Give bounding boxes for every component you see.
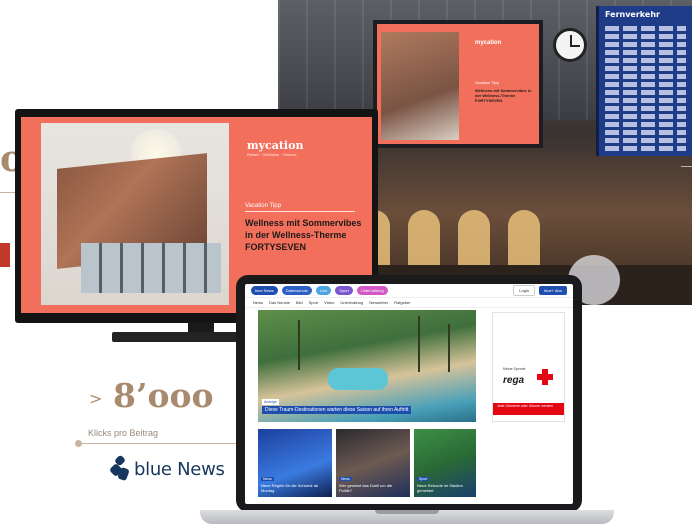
mycation-logo: mycation — [247, 139, 304, 152]
site-nav: News Das Neuste Bild Sport Video Unterha… — [245, 298, 573, 308]
laptop-notch — [375, 510, 439, 514]
vacation-tip-label: Vacation Tipp — [245, 203, 281, 209]
palm-tree — [418, 316, 420, 372]
departure-row — [605, 114, 686, 119]
rega-cross-icon — [537, 369, 553, 385]
rega-ad[interactable]: Meine Spende rega Jetzt Gönnerin oder Gö… — [492, 312, 565, 422]
blue-news-mark-icon — [108, 454, 130, 482]
tv-headline: Wellness mit Sommervibes in der Wellness… — [245, 218, 362, 252]
station-ad-screen: mycation Vacation Tipp Wellness mit Somm… — [373, 20, 543, 148]
article-card[interactable]: News Wer gewinnt das Duell um die Politi… — [336, 429, 410, 497]
departure-row — [605, 34, 686, 39]
article-card[interactable]: Sport Neue Rekorde im Stadion gemeldet — [414, 429, 476, 497]
nav-item[interactable]: Bild — [296, 300, 303, 305]
site-pill[interactable]: Live — [315, 286, 332, 295]
stat-divider-dot — [75, 440, 82, 447]
departure-row — [605, 74, 686, 79]
glass-facade — [81, 243, 221, 293]
departure-row — [605, 146, 686, 151]
departure-row — [605, 26, 686, 31]
blue-news-wordmark: blue News — [134, 458, 225, 480]
blue-news-logo: blue News — [108, 454, 225, 482]
login-button[interactable]: Login — [513, 285, 536, 296]
card-tag: Sport — [417, 477, 430, 481]
nav-item[interactable]: Unterhaltung — [340, 300, 363, 305]
hero-article[interactable]: Anzeige Diese Traum-Destinationen warten… — [258, 310, 476, 422]
stat-divider — [78, 443, 248, 444]
mycation-tagline: Reisen · Wellness · Genuss — [247, 152, 297, 157]
clock-icon — [553, 28, 587, 62]
departure-row — [605, 106, 686, 111]
nav-item[interactable]: Newsletter — [369, 300, 388, 305]
card-caption[interactable]: Wer gewinnt das Duell um die Politik? — [339, 483, 405, 493]
laptop-screen: blue News Datenschutz Live Sport Unterha… — [245, 284, 573, 504]
hero-badge: Anzeige — [262, 399, 279, 405]
stat-arrow: > — [89, 389, 103, 408]
subscribe-button[interactable]: blue+ Abo — [539, 286, 567, 295]
departure-row — [605, 122, 686, 127]
departure-row — [605, 66, 686, 71]
departure-board-title: Fernverkehr — [605, 10, 660, 19]
site-header: blue News Datenschutz Live Sport Unterha… — [245, 284, 573, 298]
departure-row — [605, 98, 686, 103]
clicks-stat-value: 8’ooo — [113, 376, 214, 415]
ad-cta[interactable]: Jetzt Gönnerin oder Gönner werden — [493, 403, 564, 415]
hero-caption[interactable]: Diese Traum-Destinationen warten diese S… — [262, 406, 412, 414]
station-ad-headline: Wellness mit Sommervibes in der Wellness… — [475, 88, 532, 103]
card-caption[interactable]: Neue Regeln für die Schweiz ab Montag — [261, 483, 327, 493]
article-card[interactable]: News Neue Regeln für die Schweiz ab Mont… — [258, 429, 332, 497]
station-ad-photo — [381, 32, 459, 140]
station-ad-brand: mycation — [475, 40, 502, 46]
clicks-stat-label: Klicks pro Beitrag — [88, 428, 159, 438]
nav-item[interactable]: Ratgeber — [394, 300, 410, 305]
wellness-photo — [41, 123, 229, 305]
departure-board: Fernverkehr — [596, 6, 692, 156]
card-caption[interactable]: Neue Rekorde im Stadion gemeldet — [417, 483, 471, 493]
site-pill[interactable]: Sport — [335, 286, 353, 295]
headline-rule — [245, 211, 355, 212]
nav-item[interactable]: Sport — [309, 300, 319, 305]
site-logo[interactable]: blue News — [251, 286, 278, 295]
departure-row — [605, 42, 686, 47]
departure-row — [605, 58, 686, 63]
laptop: blue News Datenschutz Live Sport Unterha… — [236, 275, 582, 512]
departure-row — [605, 50, 686, 55]
card-tag: News — [261, 477, 274, 481]
departure-row — [605, 90, 686, 95]
divider-line — [681, 166, 692, 167]
card-tag: News — [339, 477, 352, 481]
ad-small-text: Meine Spende — [503, 367, 526, 371]
nav-item[interactable]: Das Neuste — [269, 300, 290, 305]
nav-item[interactable]: News — [253, 300, 263, 305]
site-pill[interactable]: Datenschutz — [281, 286, 312, 295]
rega-logo: rega — [503, 375, 525, 386]
nav-item[interactable]: Video — [324, 300, 334, 305]
palm-tree — [448, 324, 450, 372]
station-ad-tag: Vacation Tipp — [475, 80, 499, 85]
site-pill[interactable]: Unterhaltung — [356, 286, 388, 295]
departure-row — [605, 82, 686, 87]
palm-tree — [298, 320, 300, 370]
red-accent-block — [0, 243, 10, 267]
departure-row — [605, 130, 686, 135]
resort-pool — [328, 368, 388, 390]
departure-row — [605, 138, 686, 143]
